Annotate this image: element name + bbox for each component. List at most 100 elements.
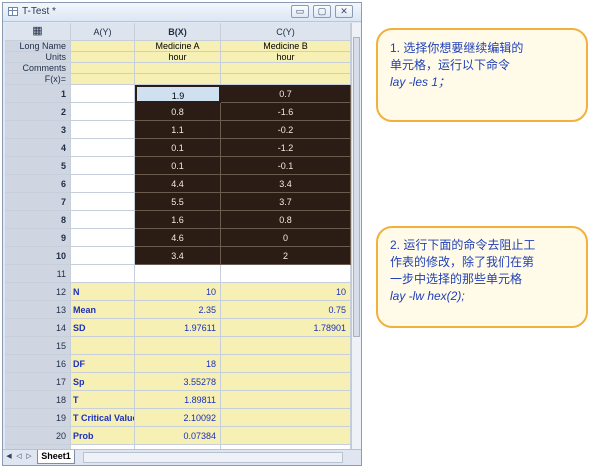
stat-value-c[interactable] — [221, 373, 351, 391]
meta-cell-a[interactable] — [71, 74, 135, 85]
table-cell-a[interactable] — [71, 139, 135, 157]
table-cell-a[interactable] — [71, 103, 135, 121]
table-cell-c[interactable]: -1.6 — [221, 103, 351, 121]
row-header[interactable]: 6 — [5, 175, 71, 193]
row-header[interactable]: 12 — [5, 283, 71, 301]
stat-label[interactable] — [71, 337, 135, 355]
table-cell-c[interactable]: 0 — [221, 229, 351, 247]
table-cell-c[interactable]: -1.2 — [221, 139, 351, 157]
table-cell-a[interactable] — [71, 157, 135, 175]
column-header-b[interactable]: B(X) — [135, 23, 221, 41]
row-header[interactable]: 8 — [5, 211, 71, 229]
row-header[interactable]: 9 — [5, 229, 71, 247]
table-cell-b[interactable]: 0.1 — [135, 139, 221, 157]
table-cell-b[interactable]: 1.9 — [135, 85, 221, 103]
meta-cell-a[interactable] — [71, 52, 135, 63]
sheet-tab[interactable]: Sheet1 — [37, 450, 75, 464]
stat-value-c[interactable]: 1.78901 — [221, 319, 351, 337]
table-cell-c[interactable]: -0.1 — [221, 157, 351, 175]
table-cell-c[interactable]: 0.7 — [221, 85, 351, 103]
stat-value-c[interactable] — [221, 355, 351, 373]
meta-cell-b[interactable] — [135, 74, 221, 85]
meta-cell-b[interactable]: hour — [135, 52, 221, 63]
horizontal-scrollbar[interactable] — [83, 452, 343, 463]
table-cell-a[interactable] — [71, 121, 135, 139]
table-cell-a[interactable] — [71, 175, 135, 193]
table-cell-c[interactable]: 0.8 — [221, 211, 351, 229]
stat-value-c[interactable] — [221, 409, 351, 427]
meta-cell-c[interactable] — [221, 63, 351, 74]
row-header[interactable]: 20 — [5, 427, 71, 445]
row-header[interactable]: 15 — [5, 337, 71, 355]
row-header[interactable]: 5 — [5, 157, 71, 175]
stat-value-b[interactable]: 1.89811 — [135, 391, 221, 409]
row-header[interactable]: 14 — [5, 319, 71, 337]
table-cell-a[interactable] — [71, 85, 135, 103]
select-all-corner[interactable]: ▦ — [5, 23, 71, 41]
table-cell-c[interactable]: 3.4 — [221, 175, 351, 193]
column-header-c[interactable]: C(Y) — [221, 23, 351, 41]
table-cell-c[interactable]: 2 — [221, 247, 351, 265]
table-cell-a[interactable] — [71, 229, 135, 247]
close-button[interactable]: ✕ — [335, 5, 353, 18]
meta-cell-c[interactable] — [221, 74, 351, 85]
stat-label[interactable]: T — [71, 391, 135, 409]
row-header[interactable]: 13 — [5, 301, 71, 319]
table-cell-c[interactable]: -0.2 — [221, 121, 351, 139]
next-sheet-icon[interactable]: ▷ — [25, 452, 33, 462]
row-header[interactable]: 16 — [5, 355, 71, 373]
title-bar[interactable]: T-Test * ▭ ▢ ✕ — [3, 3, 361, 22]
vertical-scrollbar[interactable] — [351, 23, 361, 457]
row-header[interactable]: 10 — [5, 247, 71, 265]
prev-sheet-icon[interactable]: ◁ — [15, 452, 23, 462]
meta-cell-b[interactable] — [135, 63, 221, 74]
table-cell-a[interactable] — [71, 211, 135, 229]
table-cell-b[interactable]: 1.6 — [135, 211, 221, 229]
row-header[interactable]: 3 — [5, 121, 71, 139]
table-cell-b[interactable]: 3.4 — [135, 247, 221, 265]
row-header[interactable]: 18 — [5, 391, 71, 409]
minimize-button[interactable]: ▭ — [291, 5, 309, 18]
table-cell-a[interactable] — [71, 247, 135, 265]
table-cell-b[interactable]: 4.6 — [135, 229, 221, 247]
stat-value-b[interactable]: 2.10092 — [135, 409, 221, 427]
stat-value-b[interactable]: 0.07384 — [135, 427, 221, 445]
first-sheet-icon[interactable]: ◀ — [5, 452, 13, 462]
stat-label[interactable]: Prob — [71, 427, 135, 445]
stat-value-c[interactable] — [221, 391, 351, 409]
stat-label[interactable]: DF — [71, 355, 135, 373]
stat-label[interactable]: Mean — [71, 301, 135, 319]
column-header-a[interactable]: A(Y) — [71, 23, 135, 41]
table-cell-b[interactable]: 5.5 — [135, 193, 221, 211]
meta-cell-a[interactable] — [71, 63, 135, 74]
row-header[interactable]: 2 — [5, 103, 71, 121]
stat-label[interactable] — [71, 265, 135, 283]
stat-label[interactable]: SD — [71, 319, 135, 337]
stat-value-c[interactable] — [221, 337, 351, 355]
table-cell-b[interactable]: 1.1 — [135, 121, 221, 139]
table-cell-b[interactable]: 0.8 — [135, 103, 221, 121]
row-header[interactable]: 7 — [5, 193, 71, 211]
stat-label[interactable]: N — [71, 283, 135, 301]
stat-value-b[interactable] — [135, 337, 221, 355]
stat-label[interactable]: T Critical Value — [71, 409, 135, 427]
row-header[interactable]: 4 — [5, 139, 71, 157]
stat-value-c[interactable]: 0.75 — [221, 301, 351, 319]
scroll-thumb[interactable] — [353, 37, 360, 337]
table-cell-a[interactable] — [71, 193, 135, 211]
stat-value-b[interactable] — [135, 265, 221, 283]
row-header[interactable]: 19 — [5, 409, 71, 427]
row-header[interactable]: 1 — [5, 85, 71, 103]
table-cell-c[interactable]: 3.7 — [221, 193, 351, 211]
row-header[interactable]: 17 — [5, 373, 71, 391]
meta-cell-a[interactable] — [71, 41, 135, 52]
stat-value-b[interactable]: 10 — [135, 283, 221, 301]
stat-value-c[interactable] — [221, 265, 351, 283]
row-header[interactable]: 11 — [5, 265, 71, 283]
stat-value-c[interactable]: 10 — [221, 283, 351, 301]
stat-label[interactable]: Sp — [71, 373, 135, 391]
stat-value-b[interactable]: 3.55278 — [135, 373, 221, 391]
stat-value-b[interactable]: 2.35 — [135, 301, 221, 319]
table-cell-b[interactable]: 4.4 — [135, 175, 221, 193]
stat-value-b[interactable]: 18 — [135, 355, 221, 373]
